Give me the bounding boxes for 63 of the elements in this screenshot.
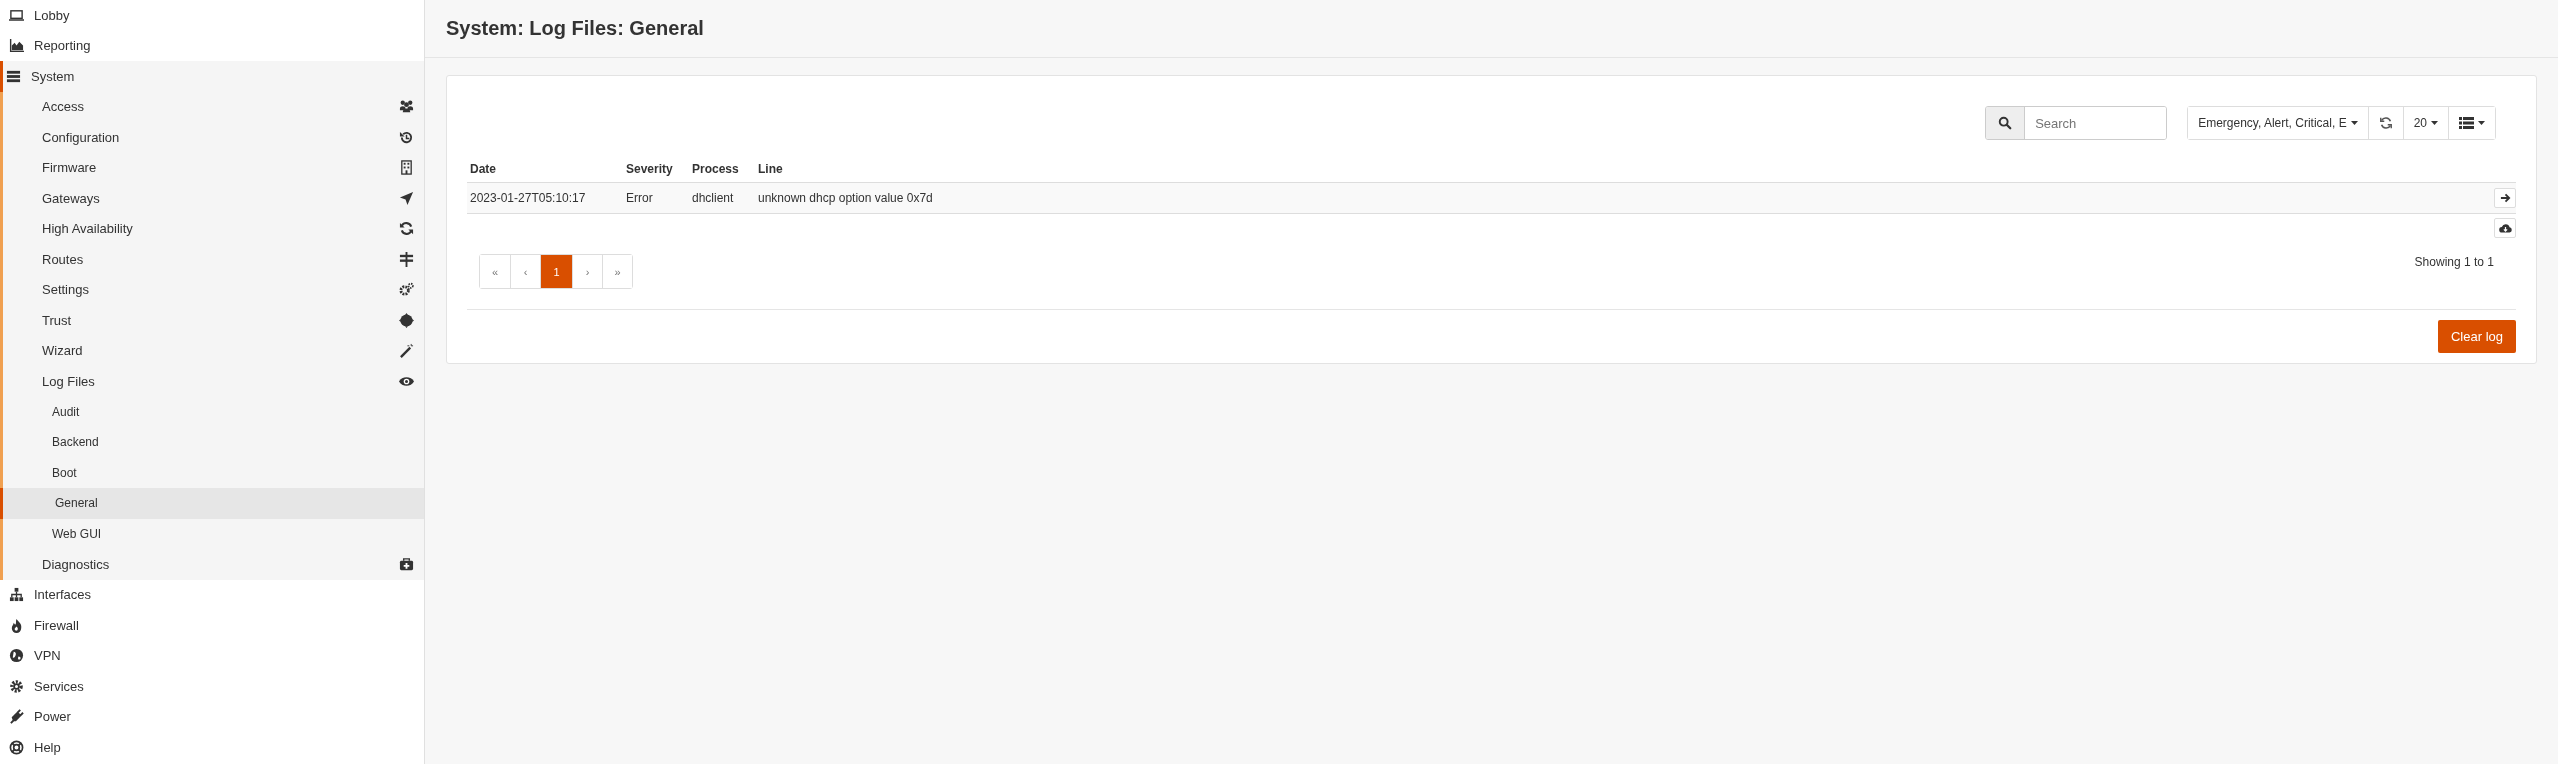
table-cell: 2023-01-27T05:10:17 <box>470 191 586 205</box>
sidebar-item[interactable]: Settings <box>3 274 424 305</box>
table-cell: unknown dhcp option value 0x7d <box>758 191 933 205</box>
refresh-icon <box>399 221 414 237</box>
sidebar-item[interactable]: Services <box>0 671 424 702</box>
sitemap-icon <box>9 587 24 603</box>
medkit-icon <box>399 556 414 572</box>
sidebar-item[interactable]: Trust <box>3 305 424 336</box>
page-title: System: Log Files: General <box>446 17 704 40</box>
sidebar-item[interactable]: Audit <box>3 396 424 427</box>
search-icon[interactable] <box>1986 107 2026 139</box>
settings-icon <box>9 678 24 694</box>
sidebar-item[interactable]: Help <box>0 732 424 763</box>
sidebar-item[interactable]: Configuration <box>3 122 424 153</box>
location-arrow-icon <box>399 190 414 206</box>
sidebar-item[interactable]: General <box>0 488 424 519</box>
clear-log-button[interactable]: Clear log <box>2437 320 2516 353</box>
signpost-icon <box>399 251 414 267</box>
sidebar-item[interactable]: Interfaces <box>0 579 424 610</box>
caret-icon <box>2350 121 2358 125</box>
page-button[interactable]: 1 <box>540 255 572 288</box>
column-header[interactable]: Process <box>689 156 755 183</box>
download-icon[interactable] <box>2494 218 2516 238</box>
sidebar-item[interactable]: Boot <box>3 457 424 488</box>
column-header[interactable]: Line <box>755 156 2325 183</box>
sidebar-item[interactable]: Wizard <box>3 335 424 366</box>
history-icon <box>399 129 414 145</box>
list-icon <box>2459 117 2474 129</box>
search-field[interactable]: Search <box>1985 106 2168 140</box>
fire-icon <box>9 617 24 633</box>
sidebar-item[interactable]: System <box>0 61 424 92</box>
sidebar-item[interactable]: Log Files <box>3 366 424 397</box>
record-count: Showing 1 to 1 <box>2414 254 2495 269</box>
sidebar-item[interactable]: Diagnostics <box>3 549 424 580</box>
sidebar-item[interactable]: Backend <box>3 427 424 458</box>
table-cell: dhclient <box>692 191 734 205</box>
sidebar-item[interactable]: Reporting <box>0 30 424 61</box>
arrow-right-icon[interactable] <box>2494 188 2516 208</box>
sidebar-item[interactable]: Gateways <box>3 183 424 214</box>
sidebar-item[interactable]: Routes <box>3 244 424 275</box>
list-icon <box>6 68 21 84</box>
users-icon <box>399 99 414 115</box>
caret-icon <box>2431 121 2438 125</box>
columns-dropdown[interactable] <box>2448 107 2495 139</box>
plug-icon <box>9 709 24 725</box>
sidebar-item[interactable]: High Availability <box>3 213 424 244</box>
sidebar-item[interactable]: Access <box>3 91 424 122</box>
sidebar-item[interactable]: Power <box>0 701 424 732</box>
magic-wand-icon <box>399 343 414 359</box>
page-button[interactable]: » <box>602 255 632 288</box>
area-chart-icon <box>9 38 24 54</box>
caret-icon <box>2478 121 2485 125</box>
column-header[interactable]: Severity <box>623 156 689 183</box>
building-icon <box>399 160 414 176</box>
sidebar-item[interactable]: Firewall <box>0 610 424 641</box>
sidebar-item[interactable]: Firmware <box>3 152 424 183</box>
life-ring-icon <box>9 739 24 755</box>
column-header[interactable]: Date <box>467 156 623 183</box>
sidebar-item[interactable]: Web GUI <box>3 518 424 549</box>
table-cell: Error <box>626 191 653 205</box>
sidebar-item[interactable]: VPN <box>0 640 424 671</box>
sidebar-item[interactable]: Lobby <box>0 0 424 31</box>
laptop-icon <box>9 7 24 23</box>
